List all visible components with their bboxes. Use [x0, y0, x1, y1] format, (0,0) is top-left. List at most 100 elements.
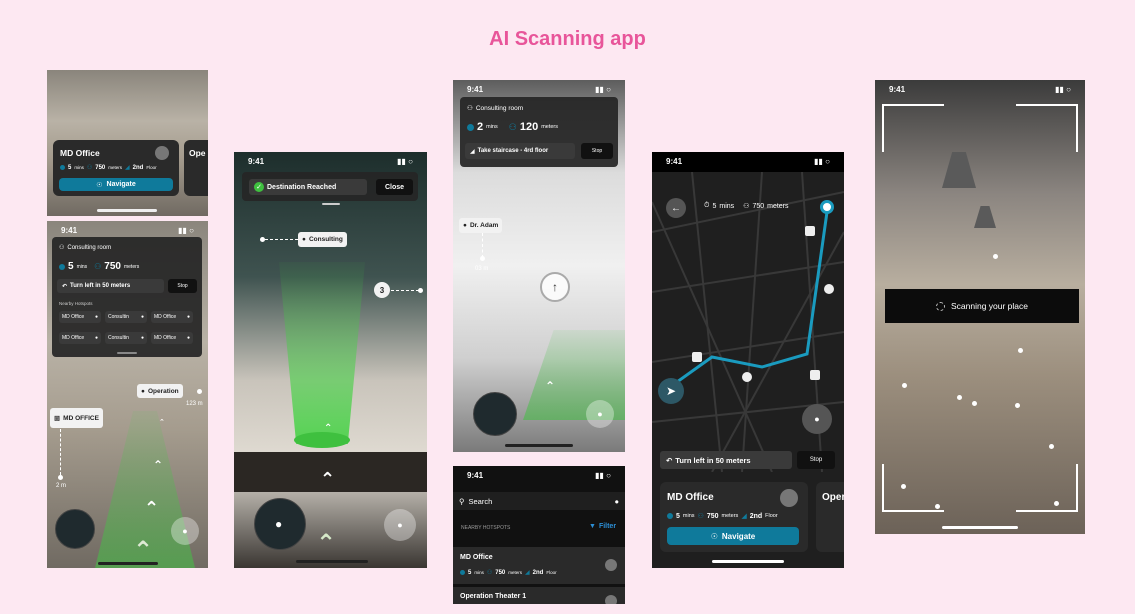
destination-banner: ✓ Destination Reached Close: [242, 172, 418, 201]
signal-icon: ▮▮ ○: [814, 157, 830, 166]
screen-scanning: 9:41 ▮▮ ○ Scanning your place: [875, 80, 1085, 534]
md-distance: 2 m: [56, 483, 67, 489]
search-input[interactable]: ⚲ Search ●: [453, 492, 625, 510]
navigate-button[interactable]: ☉ Navigate: [667, 527, 799, 545]
stop-button[interactable]: Stop: [581, 143, 613, 159]
direction-arrow: ⌃: [153, 458, 164, 472]
floor-value: 2nd: [132, 164, 144, 171]
hotspot-chip[interactable]: MD Office ●: [59, 332, 101, 344]
stop-button[interactable]: Stop: [168, 279, 197, 293]
clock-icon: [60, 165, 65, 170]
mins-unit: mins: [474, 570, 484, 575]
instruction-box: ↶ Turn left in 50 meters: [660, 451, 792, 469]
item-title: MD Office: [460, 554, 493, 561]
meters-unit: meters: [541, 124, 558, 130]
second-card-title: Oper: [822, 492, 844, 503]
stop-label: Stop: [177, 283, 188, 289]
meters-value: 750: [95, 164, 106, 171]
briefcase-icon: [155, 146, 169, 160]
screen-search: 9:41 ▮▮ ○ ⚲ Search ● NEARBY HOTSPOTS ▼ Filte…: [453, 466, 625, 604]
briefcase-icon: ●: [186, 335, 190, 341]
minimap[interactable]: [473, 392, 517, 436]
operation-label[interactable]: ● Operation: [137, 384, 183, 398]
person-marker: [480, 256, 485, 261]
second-card[interactable]: Oper: [816, 482, 844, 552]
walk-icon: ⚇: [94, 262, 102, 271]
stop-label: Stop: [809, 457, 823, 463]
filter-button[interactable]: ▼ Filter: [589, 523, 616, 530]
destination-label: Consulting room: [475, 104, 524, 112]
feature-point: [957, 395, 962, 400]
instruction-text: Turn left in 50 meters: [675, 455, 751, 465]
mins-value: 5: [68, 164, 72, 171]
mic-icon[interactable]: ●: [614, 497, 619, 506]
hotspot-pin[interactable]: [692, 352, 702, 362]
hotspot-chip[interactable]: Consultin ●: [105, 311, 147, 323]
mic-icon[interactable]: ●: [802, 404, 832, 434]
person-line: [482, 233, 483, 258]
destination-card[interactable]: MD Office 5 mins ⚇ 750 meters ◢ 2nd Floor ☉…: [53, 140, 179, 196]
search-placeholder: Search: [468, 496, 493, 506]
scan-frame-tr: [1016, 104, 1078, 152]
hotspot-pin[interactable]: [810, 370, 820, 380]
home-indicator: [98, 562, 158, 565]
destination-beam: [279, 262, 365, 444]
hotspot-label: Consultin: [108, 335, 129, 341]
minimap[interactable]: ●: [254, 498, 306, 550]
item-stats: 5 mins ⚇ 750 meters ◢ 2nd Floor: [460, 569, 557, 576]
clock-icon: [467, 123, 474, 131]
walk-icon: ⚇: [59, 245, 65, 251]
mic-icon[interactable]: ●: [171, 517, 199, 545]
hotspot-chip[interactable]: MD Office ●: [151, 332, 193, 344]
hotspot-pin[interactable]: [742, 372, 752, 382]
person-icon: ●: [463, 222, 467, 229]
hotspot-chip[interactable]: Consultin ●: [105, 332, 147, 344]
mic-icon[interactable]: ●: [384, 509, 416, 541]
filter-icon: ▼: [589, 523, 596, 530]
feature-point: [993, 254, 998, 259]
destination-card[interactable]: MD Office 5 mins ⚇ 750 meters ◢ 2nd Floor ☉…: [660, 482, 808, 552]
hotspot-label: MD Office: [62, 314, 85, 320]
hotspot-pin[interactable]: [805, 226, 815, 236]
back-button[interactable]: ←: [666, 198, 686, 218]
md-office-label[interactable]: ▩ MD OFFICE: [50, 408, 103, 428]
person-label[interactable]: ● Dr. Adam: [459, 218, 503, 233]
second-card[interactable]: Ope: [184, 140, 208, 196]
navigate-button[interactable]: ☉ Navigate: [59, 178, 173, 191]
chat-icon: ●: [140, 314, 144, 320]
operation-marker: [197, 389, 202, 394]
briefcase-icon: ●: [186, 314, 190, 320]
hotspot-chip[interactable]: MD Office ●: [59, 311, 101, 323]
stop-button[interactable]: Stop: [797, 451, 835, 469]
scanning-label: Scanning your place: [950, 301, 1029, 311]
hotspot-item[interactable]: Operation Theater 1: [453, 587, 625, 604]
close-button[interactable]: Close: [376, 179, 413, 195]
consulting-label[interactable]: ● Consulting: [298, 232, 347, 247]
home-indicator: [712, 560, 784, 563]
walk-icon: ⚇: [86, 165, 93, 171]
nearby-label: Nearby Hotspots: [59, 301, 93, 306]
walk-icon: ⚇: [697, 513, 704, 520]
hotspot-item[interactable]: MD Office 5 mins ⚇ 750 meters ◢ 2nd Floor: [453, 547, 625, 584]
status-time: 9:41: [889, 85, 906, 94]
hotspot-pin[interactable]: [824, 284, 834, 294]
card-stats: 5 mins ⚇ 750 meters ◢ 2nd Floor: [667, 512, 778, 520]
mic-icon[interactable]: ●: [586, 400, 614, 428]
mins-value: 5: [712, 202, 717, 210]
count-badge[interactable]: 3: [374, 282, 390, 298]
hotspot-chip[interactable]: MD Office ●: [151, 311, 193, 323]
status-bar: 9:41 ▮▮ ○: [875, 80, 1085, 98]
card-stats: 5 mins ⚇ 750 meters ◢ 2nd Floor: [60, 164, 157, 171]
turn-left-icon: ↶: [666, 455, 673, 465]
scan-frame-br: [1016, 464, 1078, 512]
mins-value: 2: [477, 121, 484, 133]
clock-icon: [59, 263, 65, 270]
panel-handle: [322, 203, 340, 205]
feature-point: [902, 383, 907, 388]
briefcase-icon: ▩: [54, 415, 61, 422]
minimap[interactable]: [55, 509, 95, 549]
mins-value: 5: [68, 261, 74, 272]
nearby-heading: NEARBY HOTSPOTS: [461, 525, 511, 531]
floor-value: 2nd: [749, 512, 763, 520]
navigate-label: Navigate: [721, 531, 756, 541]
